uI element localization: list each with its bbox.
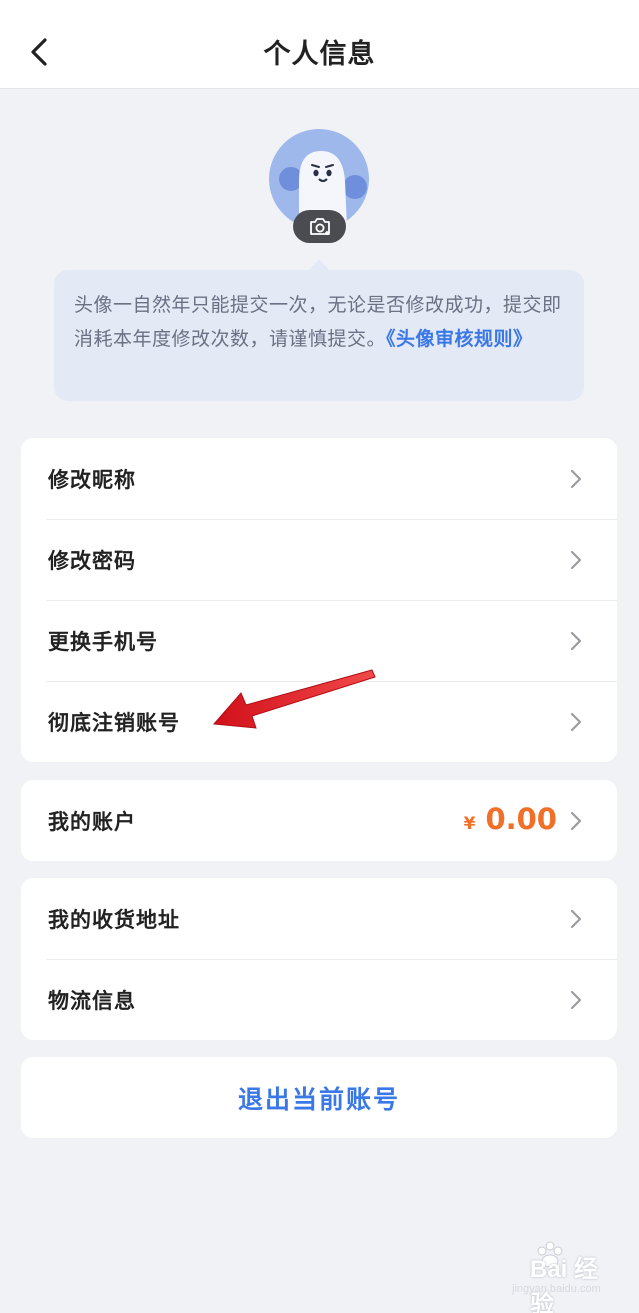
- avatar-rules-link[interactable]: 《头像审核规则》: [386, 328, 533, 350]
- list-item-label: 我的账户: [48, 809, 136, 834]
- watermark-text: Bai 经验: [530, 1256, 599, 1313]
- logistics-card: 我的收货地址 物流信息: [21, 878, 617, 1040]
- my-account-item[interactable]: 我的账户 ¥ 0.00: [21, 780, 617, 861]
- my-account-card: 我的账户 ¥ 0.00: [21, 780, 617, 861]
- chevron-right-icon: [570, 550, 582, 569]
- account-settings-card: 修改昵称 修改密码 更换手机号 彻底注销账号: [21, 438, 617, 762]
- balance-amount: 0.00: [485, 802, 557, 836]
- chevron-right-icon: [570, 909, 582, 928]
- list-item-label: 我的收货地址: [48, 907, 180, 932]
- edit-nickname-item[interactable]: 修改昵称: [21, 438, 617, 519]
- list-item-label: 更换手机号: [48, 629, 158, 654]
- baidu-jingyan-watermark: Bai 经验 jingyan.baidu.com: [490, 1241, 620, 1313]
- account-balance: ¥ 0.00: [464, 802, 557, 836]
- avatar-notice: 头像一自然年只能提交一次，无论是否修改成功，提交即消耗本年度修改次数，请谨慎提交…: [54, 270, 584, 401]
- camera-icon: [309, 217, 330, 235]
- change-phone-item[interactable]: 更换手机号: [21, 600, 617, 681]
- change-password-item[interactable]: 修改密码: [21, 519, 617, 600]
- chevron-right-icon: [570, 469, 582, 488]
- chevron-right-icon: [570, 990, 582, 1009]
- logistics-info-item[interactable]: 物流信息: [21, 959, 617, 1040]
- change-avatar-button[interactable]: [293, 210, 346, 243]
- list-item-label: 修改密码: [48, 548, 136, 573]
- chevron-right-icon: [570, 631, 582, 650]
- list-item-label: 修改昵称: [48, 467, 136, 492]
- shipping-address-item[interactable]: 我的收货地址: [21, 878, 617, 959]
- list-item-label: 彻底注销账号: [48, 710, 180, 735]
- chevron-right-icon: [570, 811, 582, 830]
- list-item-label: 物流信息: [48, 988, 136, 1013]
- page-title: 个人信息: [263, 39, 376, 70]
- currency-symbol: ¥: [463, 814, 476, 834]
- logout-button[interactable]: 退出当前账号: [21, 1057, 617, 1138]
- delete-account-item[interactable]: 彻底注销账号: [21, 681, 617, 762]
- watermark-url: jingyan.baidu.com: [512, 1283, 601, 1295]
- chevron-right-icon: [570, 712, 582, 731]
- navigation-bar: 个人信息: [0, 0, 639, 89]
